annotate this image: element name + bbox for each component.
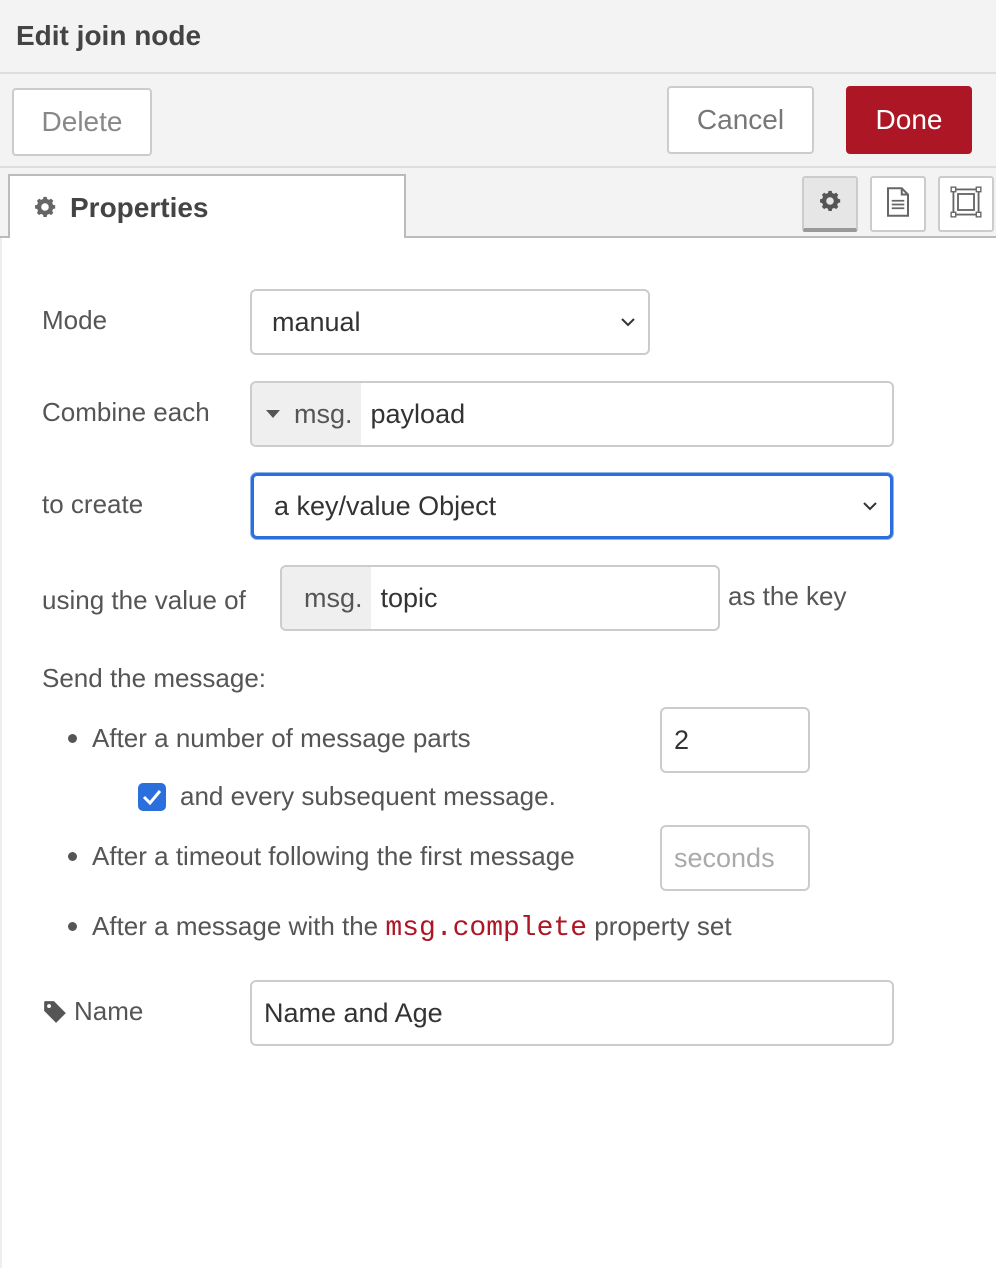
mode-label: Mode bbox=[42, 305, 108, 335]
check-icon bbox=[142, 790, 162, 805]
gear-icon bbox=[817, 188, 843, 219]
send-label: Send the message: bbox=[42, 663, 267, 693]
parts-label: After a number of message parts bbox=[92, 723, 471, 753]
tab-settings[interactable] bbox=[802, 176, 858, 232]
document-icon bbox=[885, 186, 911, 222]
combine-label: Combine each bbox=[42, 397, 210, 427]
bullet bbox=[68, 922, 77, 931]
mode-select[interactable]: manual bbox=[250, 289, 650, 355]
timeout-label: After a timeout following the first mess… bbox=[92, 841, 575, 871]
tab-properties-label: Properties bbox=[70, 192, 209, 223]
key-prefix: msg. bbox=[304, 582, 363, 613]
combine-prefix: msg. bbox=[294, 398, 353, 429]
create-label: to create bbox=[42, 489, 144, 519]
combine-value: payload bbox=[370, 398, 466, 429]
tab-properties[interactable]: Properties bbox=[8, 174, 406, 240]
key-suffix-label: as the key bbox=[728, 581, 847, 611]
mode-select-value: manual bbox=[272, 306, 361, 337]
caret-down-icon bbox=[266, 410, 280, 418]
dialog-button-bar: Delete Cancel Done bbox=[0, 74, 996, 168]
chevron-down-icon bbox=[621, 318, 635, 327]
name-label: Name bbox=[74, 996, 144, 1026]
properties-form: Mode manual Combine each msg. payload to… bbox=[0, 238, 996, 1268]
complete-suffix: property set bbox=[594, 911, 732, 941]
key-typed-input[interactable]: msg. topic bbox=[280, 565, 720, 631]
dialog-title: Edit join node bbox=[16, 20, 202, 51]
cancel-button[interactable]: Cancel bbox=[667, 86, 814, 154]
tabs-row: Properties bbox=[0, 168, 996, 240]
create-select-value: a key/value Object bbox=[274, 490, 497, 521]
gear-icon bbox=[32, 194, 60, 222]
chevron-down-icon bbox=[863, 502, 877, 511]
name-input[interactable]: Name and Age bbox=[250, 980, 894, 1046]
complete-prefix: After a message with the bbox=[92, 911, 379, 941]
name-label-row: Name bbox=[42, 996, 143, 1027]
done-button[interactable]: Done bbox=[846, 86, 972, 154]
tag-icon bbox=[44, 1000, 66, 1023]
appearance-icon bbox=[950, 185, 982, 223]
bullet bbox=[68, 734, 77, 743]
dialog-title-bar: Edit join node bbox=[0, 0, 996, 74]
create-select[interactable]: a key/value Object bbox=[251, 473, 893, 539]
subsequent-label: and every subsequent message. bbox=[180, 781, 556, 811]
complete-code: msg.complete bbox=[385, 913, 588, 944]
tab-appearance[interactable] bbox=[938, 176, 994, 232]
key-type-button: msg. bbox=[282, 567, 371, 629]
tab-description[interactable] bbox=[870, 176, 926, 232]
subsequent-checkbox[interactable] bbox=[138, 783, 166, 811]
timeout-input[interactable]: seconds bbox=[660, 825, 810, 891]
key-value: topic bbox=[380, 582, 438, 613]
combine-typed-input[interactable]: msg. payload bbox=[250, 381, 894, 447]
parts-count-input[interactable]: 2 bbox=[660, 707, 810, 773]
combine-type-button[interactable]: msg. bbox=[252, 383, 361, 445]
complete-label: After a message with the msg.complete pr… bbox=[92, 911, 732, 944]
bullet bbox=[68, 852, 77, 861]
key-label: using the value of bbox=[42, 585, 246, 615]
delete-button[interactable]: Delete bbox=[12, 88, 152, 156]
